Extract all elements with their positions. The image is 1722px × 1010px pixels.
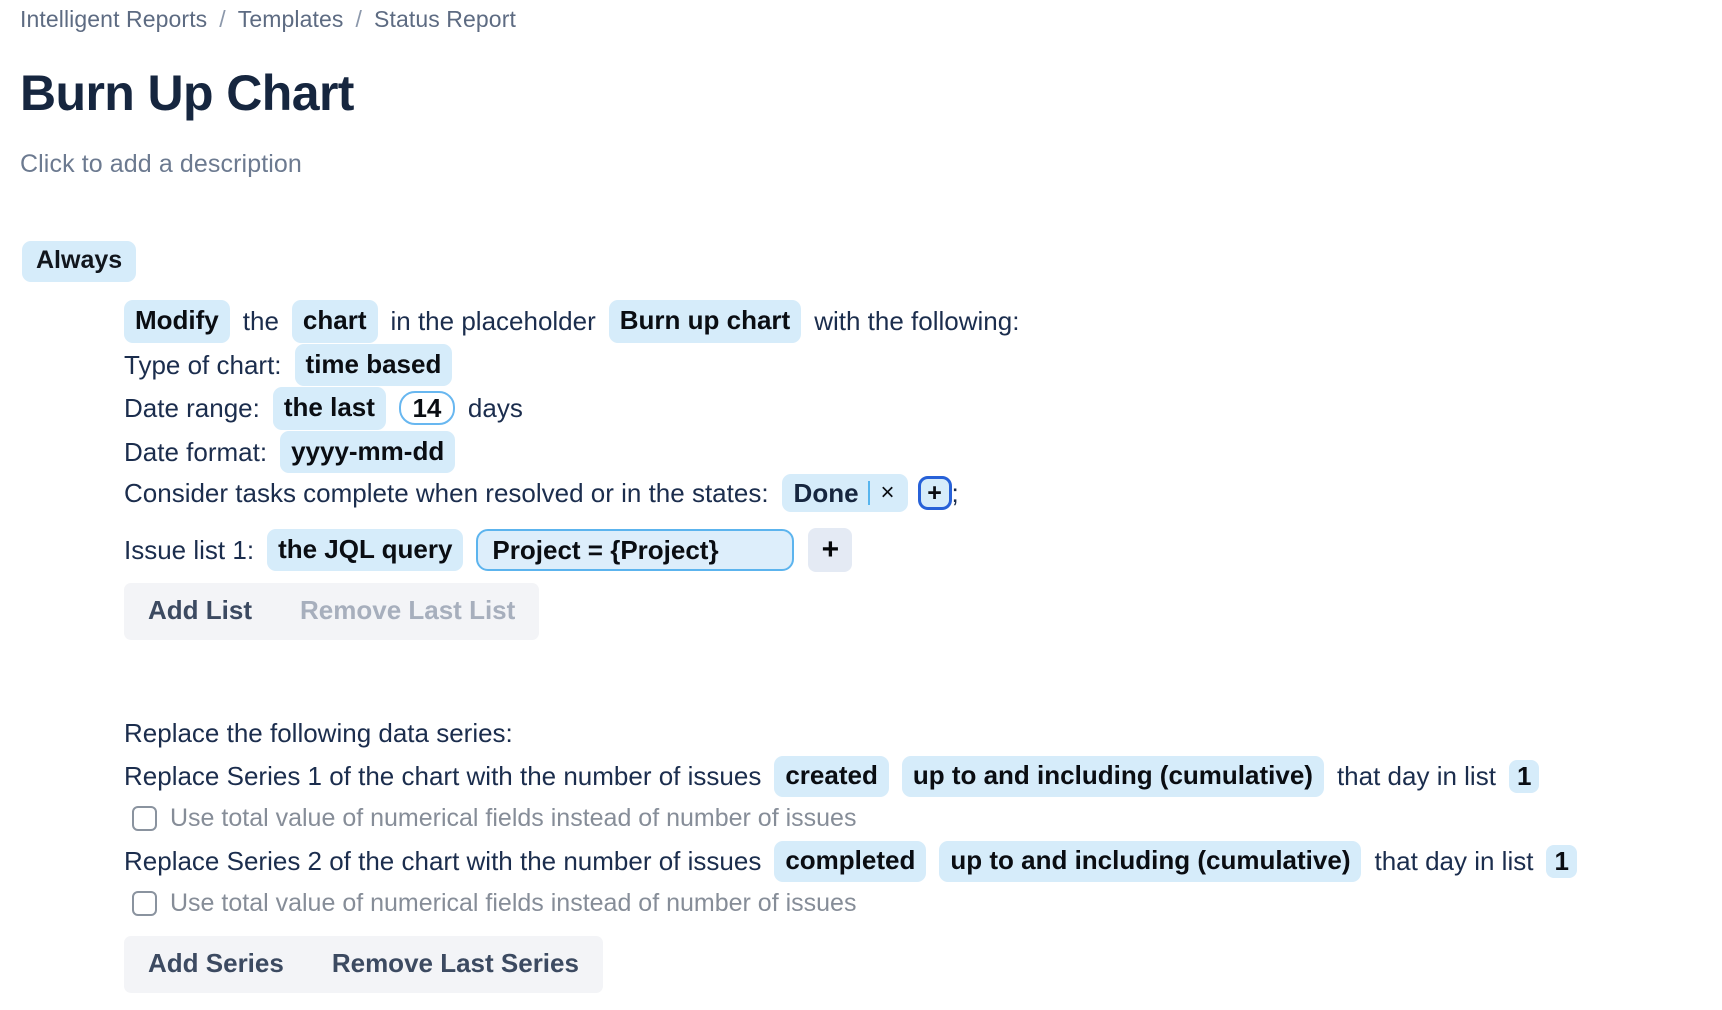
chip-series-1-aggregation[interactable]: up to and including (cumulative) (901, 756, 1324, 797)
data-series-section: Replace the following data series: Repla… (20, 718, 1702, 993)
add-jql-query-button[interactable]: + (808, 528, 853, 572)
chip-series-2-aggregation[interactable]: up to and including (cumulative) (939, 841, 1362, 882)
series-2-list-number[interactable]: 1 (1546, 845, 1577, 878)
series-row-2: Replace Series 2 of the chart with the n… (124, 841, 1702, 882)
issue-list-label: Issue list 1: (124, 534, 255, 565)
action-line-modify: Modify the chart in the placeholder Burn… (124, 300, 1702, 343)
series-1-total-value-checkbox[interactable] (132, 805, 157, 831)
series-1-total-value-label: Use total value of numerical fields inst… (170, 803, 857, 832)
date-range-unit: days (467, 393, 523, 423)
date-format-line: Date format: yyyy-mm-dd (124, 430, 1702, 473)
series-2-prefix: Replace Series 2 of the chart with the n… (124, 846, 762, 876)
series-2-total-value-row: Use total value of numerical fields inst… (124, 886, 1702, 920)
page-title: Burn Up Chart (20, 65, 354, 121)
rule-body: Modify the chart in the placeholder Burn… (20, 300, 1702, 640)
date-range-label: Date range: (124, 393, 260, 423)
series-button-bar: Add Series Remove Last Series (124, 936, 603, 993)
remove-last-series-button[interactable]: Remove Last Series (308, 936, 603, 993)
breadcrumb-item-intelligent-reports[interactable]: Intelligent Reports (20, 6, 207, 33)
series-2-total-value-label: Use total value of numerical fields inst… (170, 888, 857, 917)
series-1-prefix: Replace Series 1 of the chart with the n… (124, 761, 762, 791)
date-range-amount-input[interactable]: 14 (398, 391, 455, 426)
date-format-label: Date format: (124, 436, 268, 467)
text-the: the (242, 306, 279, 336)
add-state-button[interactable]: + (917, 476, 952, 510)
complete-states-trailing: ; (951, 477, 959, 508)
rule-block: Always Modify the chart in the placehold… (20, 240, 1702, 640)
breadcrumb-separator: / (355, 6, 363, 32)
text-in-the-placeholder: in the placeholder (390, 306, 596, 336)
series-1-middle-text: that day in list (1336, 761, 1496, 791)
complete-states-label: Consider tasks complete when resolved or… (124, 477, 769, 508)
state-token-done[interactable]: Done × (781, 474, 908, 512)
series-2-middle-text: that day in list (1374, 846, 1534, 876)
jql-query-input[interactable] (476, 529, 795, 571)
add-series-button[interactable]: Add Series (124, 936, 308, 993)
breadcrumb-item-templates[interactable]: Templates (238, 6, 344, 33)
breadcrumb-separator: / (219, 6, 226, 32)
chart-type-label: Type of chart: (124, 349, 282, 380)
breadcrumb: Intelligent Reports / Templates / Status… (20, 0, 1702, 33)
chip-placeholder-name[interactable]: Burn up chart (608, 300, 802, 343)
chip-action-verb[interactable]: Modify (124, 300, 230, 343)
rule-condition-row: Always (20, 240, 1702, 282)
chip-series-1-event[interactable]: created (774, 756, 889, 797)
data-series-heading: Replace the following data series: (124, 718, 513, 748)
chip-chart-type[interactable]: time based (294, 343, 453, 386)
chip-issue-list-source[interactable]: the JQL query (267, 528, 464, 572)
token-divider (867, 481, 870, 505)
issue-list-line: Issue list 1: the JQL query + (124, 528, 1702, 572)
condition-chip-always[interactable]: Always (22, 240, 137, 282)
text-with-the-following: with the following: (814, 306, 1020, 336)
add-list-button[interactable]: Add List (124, 583, 276, 640)
chip-date-format[interactable]: yyyy-mm-dd (280, 430, 456, 473)
list-button-bar: Add List Remove Last List (124, 583, 540, 640)
remove-last-list-button: Remove Last List (276, 583, 539, 640)
page-description-placeholder[interactable]: Click to add a description (20, 150, 1702, 179)
series-1-list-number[interactable]: 1 (1508, 760, 1540, 793)
report-template-page: Intelligent Reports / Templates / Status… (0, 0, 1722, 993)
chip-action-object[interactable]: chart (291, 300, 378, 343)
complete-states-line: Consider tasks complete when resolved or… (124, 474, 1702, 512)
series-2-total-value-checkbox[interactable] (132, 890, 157, 916)
date-range-line: Date range: the last 14 days (124, 387, 1702, 430)
chip-series-2-event[interactable]: completed (774, 841, 927, 882)
series-1-total-value-row: Use total value of numerical fields inst… (124, 801, 1702, 835)
breadcrumb-item-status-report[interactable]: Status Report (374, 6, 516, 33)
state-token-label: Done (793, 477, 859, 508)
close-icon[interactable]: × (872, 477, 904, 509)
series-row-1: Replace Series 1 of the chart with the n… (124, 756, 1702, 797)
chip-date-range-mode[interactable]: the last (272, 387, 386, 430)
chart-type-line: Type of chart: time based (124, 343, 1702, 386)
